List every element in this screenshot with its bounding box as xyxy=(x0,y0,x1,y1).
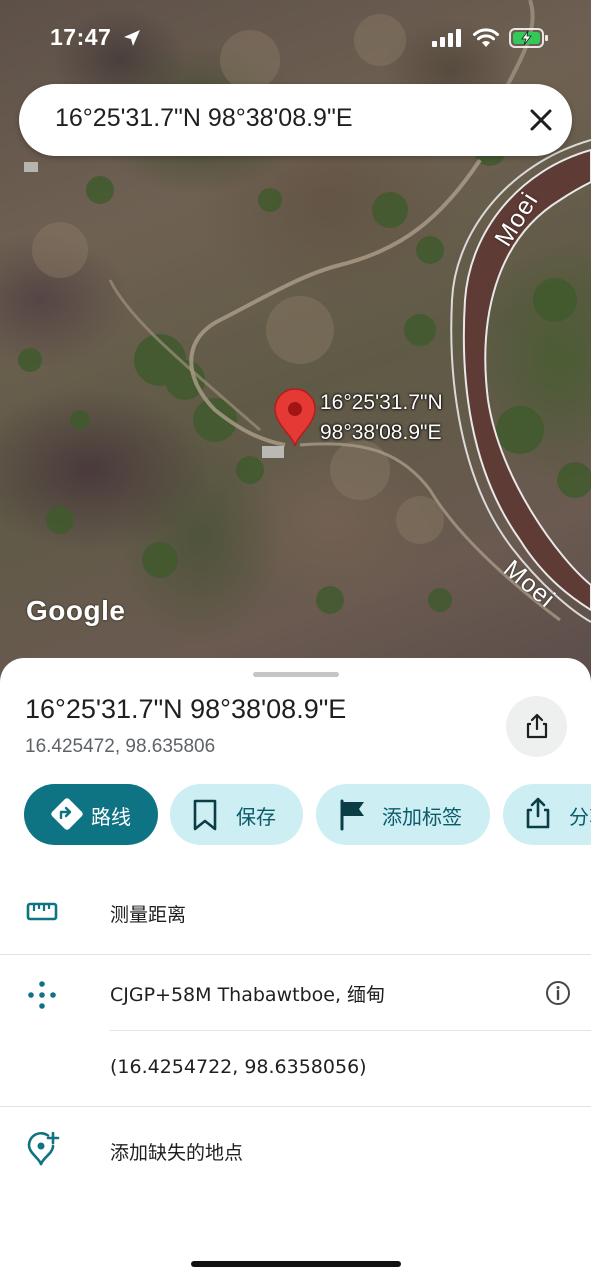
map-view[interactable]: 17:47 16°25'31.7"N 98°38'08.9"E Moei Moe… xyxy=(0,0,591,690)
save-label: 保存 xyxy=(236,805,276,829)
screen: 17:47 16°25'31.7"N 98°38'08.9"E Moei Moe… xyxy=(0,0,591,1280)
add-missing-place-label: 添加缺失的地点 xyxy=(110,1142,244,1164)
share-icon xyxy=(526,713,548,739)
measure-distance-label: 测量距离 xyxy=(110,904,187,926)
directions-icon xyxy=(51,798,83,830)
google-logo: Google xyxy=(26,595,126,626)
pin-label-latitude: 16°25'31.7"N xyxy=(320,391,443,414)
cellular-signal-icon xyxy=(432,29,462,51)
add-label-label: 添加标签 xyxy=(382,805,462,829)
measure-distance-row[interactable]: 测量距离 xyxy=(0,874,591,954)
search-bar[interactable]: 16°25'31.7"N 98°38'08.9"E xyxy=(19,84,572,156)
map-pin-icon[interactable] xyxy=(273,388,317,452)
share-label: 分享 xyxy=(569,805,591,829)
location-arrow-icon xyxy=(122,28,142,52)
decimal-coordinates-label: (16.4254722, 98.6358056) xyxy=(110,1056,367,1078)
place-sheet: 16°25'31.7"N 98°38'08.9"E 16.425472, 98.… xyxy=(0,658,591,1280)
save-button[interactable]: 保存 xyxy=(170,784,303,845)
ruler-icon xyxy=(26,902,58,926)
info-icon[interactable] xyxy=(545,980,571,1010)
battery-charging-icon xyxy=(509,28,549,52)
flag-icon xyxy=(340,799,364,831)
route-button[interactable]: 路线 xyxy=(24,784,158,845)
close-icon[interactable] xyxy=(523,102,559,138)
drag-handle[interactable] xyxy=(253,672,339,677)
pin-label-longitude: 98°38'08.9"E xyxy=(320,421,442,444)
wifi-icon xyxy=(472,27,500,53)
search-query[interactable]: 16°25'31.7"N 98°38'08.9"E xyxy=(55,104,353,133)
status-bar: 17:47 xyxy=(0,0,591,78)
share-button[interactable]: 分享 xyxy=(503,784,591,845)
plus-code-row[interactable]: CJGP+58M Thabawtboe, 缅甸 xyxy=(0,955,591,1030)
action-chips: 路线 保存 添加标签 分享 xyxy=(0,784,591,846)
place-title: 16°25'31.7"N 98°38'08.9"E xyxy=(25,694,347,724)
home-indicator[interactable] xyxy=(191,1261,401,1267)
share-icon-button[interactable] xyxy=(506,696,567,757)
bookmark-icon xyxy=(193,799,217,831)
decimal-coordinates-row[interactable]: (16.4254722, 98.6358056) xyxy=(0,1031,591,1106)
status-time: 17:47 xyxy=(50,24,112,50)
add-location-icon xyxy=(26,1131,60,1171)
plus-code-icon xyxy=(26,979,58,1015)
route-label: 路线 xyxy=(91,805,131,829)
pin-label: 16°25'31.7"N 98°38'08.9"E xyxy=(320,388,443,448)
plus-code-label: CJGP+58M Thabawtboe, 缅甸 xyxy=(110,984,386,1006)
add-missing-place-row[interactable]: 添加缺失的地点 xyxy=(0,1107,591,1193)
add-label-button[interactable]: 添加标签 xyxy=(316,784,490,845)
place-coordinates: 16.425472, 98.635806 xyxy=(25,736,216,757)
share-icon xyxy=(526,797,550,829)
